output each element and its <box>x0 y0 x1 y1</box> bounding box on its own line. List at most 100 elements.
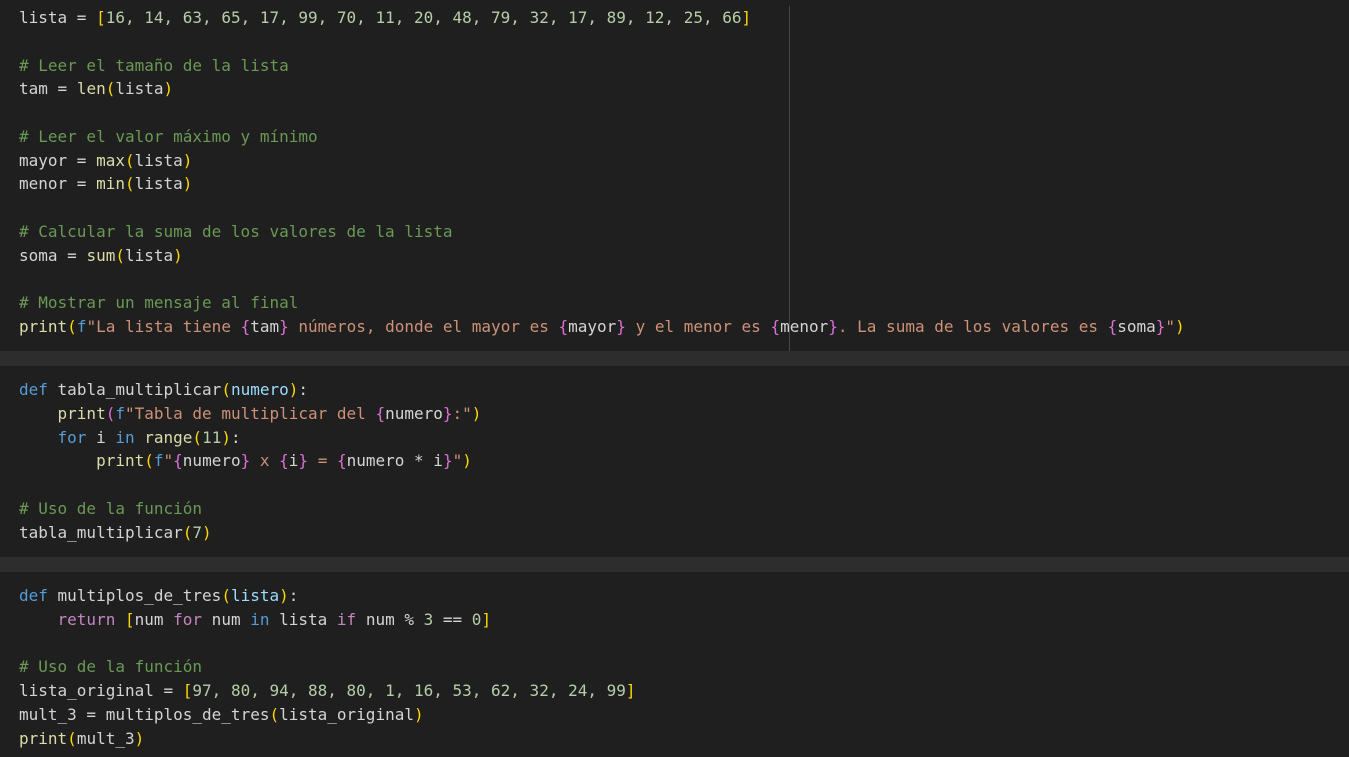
code-line[interactable]: # Uso de la función <box>19 497 202 521</box>
code-token: ] <box>625 681 636 700</box>
code-token: 11 <box>202 427 222 447</box>
code-token: } <box>442 403 453 423</box>
code-line[interactable]: # Leer el tamaño de la lista <box>19 54 289 78</box>
code-token: ( <box>67 728 77 748</box>
code-token: in <box>115 427 135 447</box>
code-token: soma <box>1117 316 1156 336</box>
code-line[interactable]: soma = sum(lista) <box>19 244 183 268</box>
code-token: mult_3 <box>19 704 77 724</box>
code-token: ) <box>202 522 212 542</box>
code-line[interactable]: lista = [16, 14, 63, 65, 17, 99, 70, 11,… <box>19 6 751 30</box>
cell-separator <box>0 557 1349 572</box>
code-token: = <box>57 245 87 265</box>
code-cell-2[interactable]: def tabla_multiplicar(numero): print(f"T… <box>0 366 1349 557</box>
code-line[interactable]: print(f"Tabla de multiplicar del {numero… <box>19 402 482 426</box>
code-line[interactable]: for i in range(11): <box>19 426 241 450</box>
code-token: multiplos_de_tres <box>105 704 270 724</box>
code-token: = <box>47 79 77 99</box>
code-line[interactable]: mayor = max(lista) <box>19 149 192 173</box>
code-token: sum <box>86 245 116 265</box>
code-token: ) <box>279 586 289 605</box>
code-token: ( <box>144 451 154 471</box>
code-cell-1[interactable]: lista = [16, 14, 63, 65, 17, 99, 70, 11,… <box>0 0 1349 351</box>
code-token: ( <box>105 403 116 423</box>
code-token: 97, 80, 94, 88, 80, 1, 16, 53, 62, 32, 2… <box>192 681 626 700</box>
code-line[interactable]: # Mostrar un mensaje al final <box>19 291 298 315</box>
code-token: tabla_multiplicar <box>19 522 183 542</box>
code-token: # Leer el valor máximo y mínimo <box>19 126 318 146</box>
code-token: print <box>19 316 68 336</box>
code-line[interactable]: def tabla_multiplicar(numero): <box>19 378 308 402</box>
code-token: { <box>1107 316 1118 336</box>
code-line[interactable]: menor = min(lista) <box>19 172 192 196</box>
code-token: = <box>153 681 183 700</box>
code-token: min <box>96 174 125 194</box>
code-token: ] <box>481 609 492 629</box>
code-token: ( <box>221 380 231 399</box>
code-token: . La suma de los valores es <box>837 316 1108 336</box>
code-line[interactable]: # Calcular la suma de los valores de la … <box>19 220 452 244</box>
code-token: f <box>153 451 164 471</box>
code-token: ( <box>182 522 193 542</box>
code-token: ) <box>1175 316 1185 336</box>
code-token: # Calcular la suma de los valores de la … <box>19 221 453 241</box>
code-line[interactable]: mult_3 = multiplos_de_tres(lista_origina… <box>19 703 424 727</box>
code-line[interactable]: tam = len(lista) <box>19 77 173 101</box>
code-line[interactable]: print(f"La lista tiene {tam} números, do… <box>19 315 1185 339</box>
code-token: # Mostrar un mensaje al final <box>19 293 299 312</box>
code-cell-3[interactable]: def multiplos_de_tres(lista): return [nu… <box>0 572 1349 757</box>
code-token: lista <box>124 245 174 265</box>
code-token: ) <box>221 427 231 447</box>
code-token: soma <box>19 245 58 265</box>
code-token: f <box>76 316 87 336</box>
code-token: 0 <box>471 609 482 629</box>
code-token: : <box>230 427 241 447</box>
code-line[interactable]: print(mult_3) <box>19 727 144 751</box>
code-token: max <box>96 150 125 170</box>
code-token: = <box>308 451 337 471</box>
code-token: print <box>96 451 145 471</box>
code-line[interactable]: # Uso de la función <box>19 655 202 679</box>
code-line[interactable]: return [num for num in lista if num % 3 … <box>19 608 492 632</box>
code-token: numero * i <box>346 451 443 471</box>
code-token: ) <box>182 150 193 170</box>
code-token: numero <box>230 380 289 399</box>
code-line[interactable]: print(f"{numero} x {i} = {numero * i}") <box>19 449 472 473</box>
code-line[interactable]: def multiplos_de_tres(lista): <box>19 584 298 608</box>
code-token: } <box>616 316 626 336</box>
code-line[interactable]: lista_original = [97, 80, 94, 88, 80, 1,… <box>19 679 636 703</box>
code-token: = <box>67 150 97 170</box>
code-token: print <box>19 728 68 748</box>
code-token: { <box>173 451 183 471</box>
code-token: lista <box>115 79 164 99</box>
code-token: ) <box>182 174 193 194</box>
cell-separator <box>0 351 1349 366</box>
code-token: for <box>173 609 203 629</box>
code-token: números, donde el mayor es <box>288 316 559 336</box>
code-token: lista <box>19 8 68 27</box>
code-token: 16, 14, 63, 65, 17, 99, 70, 11, 20, 48, … <box>105 8 742 27</box>
code-token: { <box>240 316 251 336</box>
code-line[interactable]: # Leer el valor máximo y mínimo <box>19 125 318 149</box>
code-token: tabla_multiplicar <box>57 380 222 399</box>
code-token: [ <box>124 609 135 629</box>
code-token: ) <box>413 704 424 724</box>
code-token: x <box>250 451 280 471</box>
code-token: lista <box>269 609 337 629</box>
code-token: if <box>336 609 357 629</box>
code-token: menor <box>780 316 829 336</box>
code-token: for <box>57 427 87 447</box>
code-token: ) <box>471 403 482 423</box>
code-token: ) <box>134 728 145 748</box>
code-token: mult_3 <box>76 728 135 748</box>
code-token: ) <box>462 451 472 471</box>
code-token: i <box>288 451 299 471</box>
code-token: [ <box>182 681 193 700</box>
code-line[interactable]: tabla_multiplicar(7) <box>19 521 212 545</box>
